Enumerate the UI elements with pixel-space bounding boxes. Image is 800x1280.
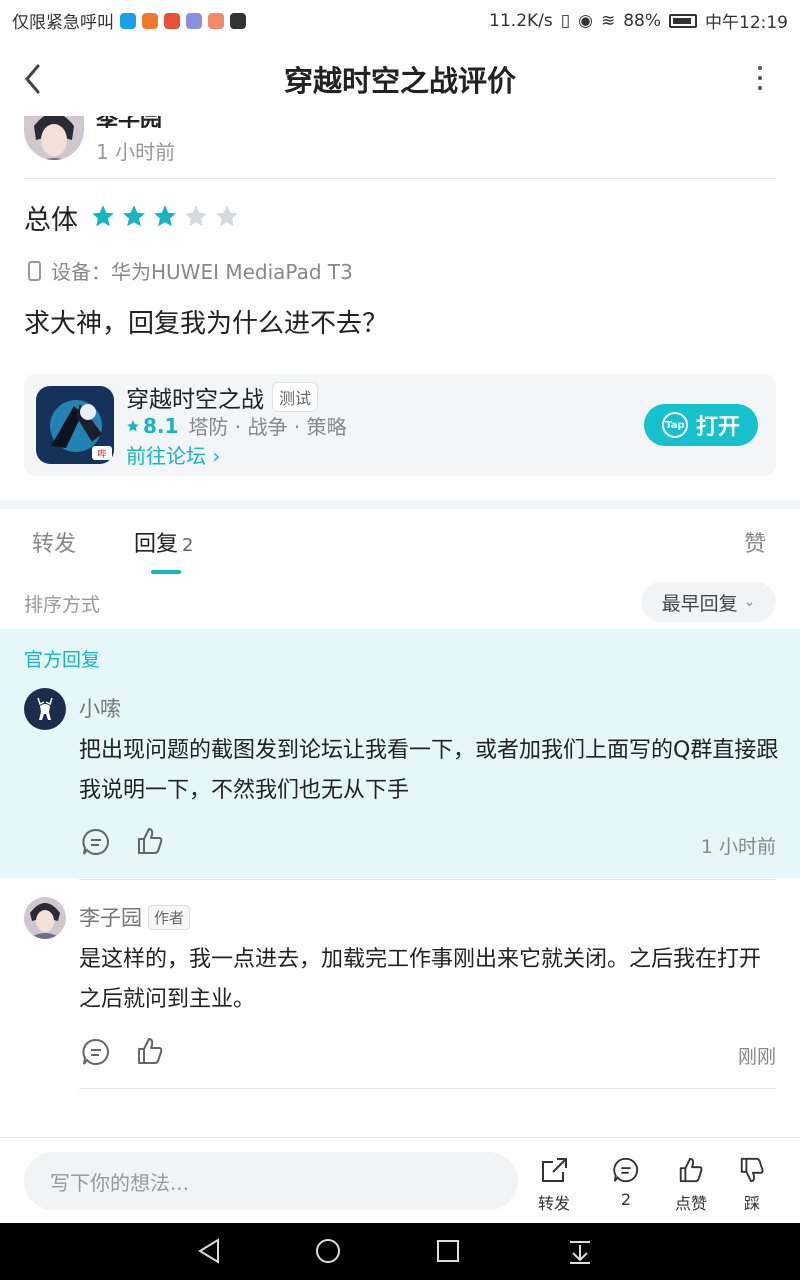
add-notification-icon <box>230 12 246 29</box>
divider <box>24 178 776 179</box>
official-avatar[interactable] <box>24 688 66 730</box>
star-icon <box>127 419 139 432</box>
tab-reply[interactable]: 回复 2 <box>134 526 193 558</box>
comment-count: 2 <box>620 1190 632 1209</box>
status-right: 11.2K/s ▯ ◉ ≋ 88% 中午12:19 <box>489 8 788 34</box>
more-options-icon[interactable] <box>748 60 772 96</box>
star-empty-icon <box>185 205 207 227</box>
device-row: 设备：华为HUWEI MediaPad T3 <box>28 256 353 285</box>
sort-value: 最早回复 <box>661 592 738 615</box>
system-nav-bar <box>0 1223 800 1280</box>
battery-percent: 88% <box>623 10 661 31</box>
forward-label: 转发 <box>537 1194 570 1213</box>
clock: 中午12:19 <box>705 13 788 33</box>
divider <box>79 879 776 880</box>
section-separator <box>0 500 800 509</box>
star-filled-icon <box>92 205 114 227</box>
game-tags: 塔防 · 战争 · 策略 <box>188 415 347 439</box>
like-button[interactable]: 点赞 <box>663 1156 719 1214</box>
comment-icon[interactable] <box>81 827 111 857</box>
chevron-right-icon: › <box>212 444 221 468</box>
comment-input[interactable]: 写下你的想法... <box>24 1152 518 1210</box>
app-notification-icon <box>120 12 136 29</box>
game-name[interactable]: 穿越时空之战 <box>126 380 264 414</box>
game-card[interactable]: 哔 穿越时空之战 测试 8.1 塔防 · 战争 · 策略 前往论坛 › Tap … <box>24 374 776 476</box>
vibrate-icon: ▯ <box>560 10 571 31</box>
game-meta: 8.1 塔防 · 战争 · 策略 <box>126 411 347 440</box>
review-text: 求大神，回复我为什么进不去？ <box>24 309 389 339</box>
thumbs-down-icon <box>740 1157 764 1183</box>
author-badge: 作者 <box>148 904 191 930</box>
thumbs-up-icon[interactable] <box>135 1036 165 1066</box>
star-rating <box>90 203 240 229</box>
game-rating: 8.1 <box>126 414 178 438</box>
divider <box>79 1088 776 1089</box>
sort-label: 排序方式 <box>24 594 101 616</box>
nav-recents-icon[interactable] <box>433 1236 463 1266</box>
official-reply-label: 官方回复 <box>24 649 101 671</box>
network-speed: 11.2K/s <box>489 10 553 31</box>
tab-forward[interactable]: 转发 <box>32 526 76 558</box>
app-notification-icon <box>164 12 180 29</box>
battery-icon <box>669 13 697 28</box>
like-label: 点赞 <box>674 1194 707 1213</box>
official-reply-section: 官方回复 小嗦 把出现问题的截图发到论坛让我看一下，或者加我们上面写的Q群直接跟… <box>0 629 800 878</box>
official-reply-text: 把出现问题的截图发到论坛让我看一下，或者加我们上面写的Q群直接跟我说明一下，不然… <box>79 738 779 803</box>
app-notification-icon <box>208 12 224 29</box>
device-text: 设备：华为HUWEI MediaPad T3 <box>51 260 353 284</box>
comment-icon <box>613 1157 639 1183</box>
go-to-forum-link[interactable]: 前往论坛 › <box>126 440 220 469</box>
dislike-button[interactable]: 踩 <box>724 1156 780 1214</box>
tab-reply-count: 2 <box>182 535 194 556</box>
thumbs-up-icon <box>679 1157 703 1183</box>
carrier-text: 仅限紧急呼叫 <box>12 13 114 33</box>
nav-back-icon[interactable] <box>194 1236 224 1266</box>
top-header: 穿越时空之战评价 <box>0 40 800 116</box>
share-icon <box>542 1158 567 1182</box>
forum-link-label: 前往论坛 <box>126 444 206 468</box>
wifi-icon: ≋ <box>600 10 616 31</box>
eye-icon: ◉ <box>578 10 593 31</box>
open-game-button[interactable]: Tap 打开 <box>644 404 758 446</box>
page-title: 穿越时空之战评价 <box>283 64 516 98</box>
author-reply-text: 是这样的，我一点进去，加载完工作事刚出来它就关闭。之后我在打开之后就问到主业。 <box>79 947 762 1012</box>
tab-like[interactable]: 赞 <box>744 526 766 558</box>
forward-button[interactable]: 转发 <box>526 1156 582 1214</box>
sort-dropdown[interactable]: 最早回复 ⌄ <box>641 582 776 622</box>
official-reply-time: 1 小时前 <box>700 836 776 858</box>
star-empty-icon <box>216 205 238 227</box>
official-reply-name[interactable]: 小嗦 <box>79 693 121 723</box>
game-icon[interactable]: 哔 <box>36 386 114 464</box>
app-notification-icon <box>142 12 158 29</box>
author-reply-header: 李子园 作者 <box>79 902 191 932</box>
thumbs-up-icon[interactable] <box>135 826 165 856</box>
comment-button[interactable]: 2 <box>598 1156 654 1209</box>
app-notification-icon <box>186 12 202 29</box>
active-tab-indicator <box>151 570 181 574</box>
game-score: 8.1 <box>143 413 179 438</box>
nav-notification-pull-icon[interactable] <box>565 1236 595 1266</box>
dislike-label: 踩 <box>743 1194 760 1213</box>
review-time: 1 小时前 <box>96 140 176 164</box>
status-left: 仅限紧急呼叫 <box>12 8 246 33</box>
author-reply-avatar[interactable] <box>24 897 66 939</box>
game-title-row: 穿越时空之战 测试 <box>126 380 319 414</box>
nav-home-icon[interactable] <box>313 1236 343 1266</box>
taptap-icon: Tap <box>661 412 688 438</box>
status-bar: 仅限紧急呼叫 11.2K/s ▯ ◉ ≋ 88% 中午12:19 <box>0 0 800 38</box>
tab-reply-label: 回复 <box>134 532 179 557</box>
svg-text:哔: 哔 <box>97 449 106 460</box>
open-button-label: 打开 <box>695 415 740 440</box>
comment-icon[interactable] <box>81 1037 111 1067</box>
star-filled-icon <box>123 205 145 227</box>
author-reply-name[interactable]: 李子园 <box>79 902 142 932</box>
test-badge: 测试 <box>272 382 319 412</box>
chevron-down-icon: ⌄ <box>743 594 756 610</box>
star-filled-icon <box>154 205 176 227</box>
author-reply-time: 刚刚 <box>737 1046 776 1068</box>
bottom-action-bar: 写下你的想法... 转发 2 点赞 踩 <box>0 1137 800 1223</box>
phone-icon <box>28 260 41 281</box>
overall-label: 总体 <box>24 205 78 236</box>
